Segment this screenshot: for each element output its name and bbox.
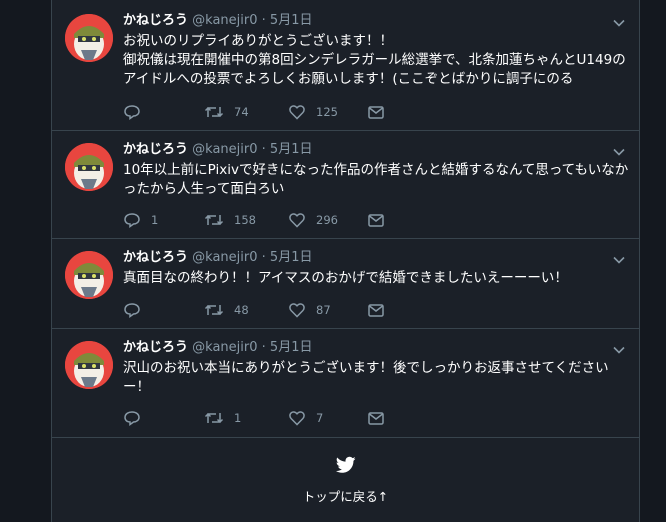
reply-button[interactable] bbox=[123, 103, 151, 121]
tweet[interactable]: かねじろう @kanejir0 · 5月1日 真面目なの終わり！！アイマスのおか… bbox=[52, 239, 639, 329]
retweet-icon bbox=[204, 304, 224, 316]
avatar[interactable] bbox=[65, 251, 113, 299]
direct-message-icon bbox=[368, 412, 384, 425]
chevron-down-icon[interactable] bbox=[612, 16, 626, 30]
retweet-icon bbox=[204, 106, 224, 118]
twitter-bird-icon[interactable] bbox=[336, 456, 356, 474]
direct-message-icon bbox=[368, 214, 384, 227]
timestamp[interactable]: 5月1日 bbox=[270, 340, 313, 355]
reply-button[interactable]: 1 bbox=[123, 211, 158, 229]
separator-dot: · bbox=[261, 250, 266, 265]
tweet[interactable]: かねじろう @kanejir0 · 5月1日 10年以上前にPixivで好きにな… bbox=[52, 131, 639, 239]
tweet-actions: 48 87 bbox=[123, 301, 423, 319]
like-icon bbox=[289, 303, 305, 318]
direct-message-button[interactable] bbox=[367, 103, 385, 121]
display-name[interactable]: かねじろう bbox=[123, 250, 188, 265]
tweet[interactable]: かねじろう @kanejir0 · 5月1日 お祝いのリプライありがとうございま… bbox=[52, 0, 639, 131]
reply-button[interactable] bbox=[123, 301, 151, 319]
chevron-down-icon[interactable] bbox=[612, 145, 626, 159]
direct-message-icon bbox=[368, 106, 384, 119]
retweet-button[interactable]: 1 bbox=[204, 409, 241, 427]
chevron-down-icon[interactable] bbox=[612, 343, 626, 357]
retweet-button[interactable]: 158 bbox=[204, 211, 256, 229]
handle[interactable]: @kanejir0 bbox=[192, 142, 257, 157]
tweet-actions: 1 158 296 bbox=[123, 211, 423, 229]
like-count: 125 bbox=[316, 105, 338, 119]
retweet-icon bbox=[204, 412, 224, 424]
tweet-actions: 74 125 bbox=[123, 103, 423, 121]
handle[interactable]: @kanejir0 bbox=[192, 250, 257, 265]
retweet-icon bbox=[204, 214, 224, 226]
like-count: 7 bbox=[316, 411, 324, 425]
timestamp[interactable]: 5月1日 bbox=[270, 250, 313, 265]
like-button[interactable]: 125 bbox=[288, 103, 338, 121]
separator-dot: · bbox=[261, 340, 266, 355]
direct-message-button[interactable] bbox=[367, 409, 385, 427]
reply-count: 1 bbox=[151, 213, 159, 227]
tweet-text: お祝いのリプライありがとうございます！！ 御祝儀は現在開催中の第8回シンデレラガ… bbox=[123, 33, 626, 87]
like-count: 296 bbox=[316, 213, 338, 227]
avatar[interactable] bbox=[65, 341, 113, 389]
retweet-count: 1 bbox=[234, 411, 242, 425]
back-to-top-link[interactable]: トップに戻る↑ bbox=[52, 486, 639, 505]
handle[interactable]: @kanejir0 bbox=[192, 13, 257, 28]
reply-icon bbox=[124, 213, 140, 228]
direct-message-button[interactable] bbox=[367, 211, 385, 229]
timestamp[interactable]: 5月1日 bbox=[270, 142, 313, 157]
timeline-footer: トップに戻る↑ bbox=[52, 440, 639, 520]
retweet-button[interactable]: 48 bbox=[204, 301, 249, 319]
retweet-button[interactable]: 74 bbox=[204, 103, 249, 121]
separator-dot: · bbox=[261, 13, 266, 28]
like-button[interactable]: 87 bbox=[288, 301, 331, 319]
avatar[interactable] bbox=[65, 14, 113, 62]
tweet-text: 真面目なの終わり！！アイマスのおかげで結婚できましたいえーーーい！ bbox=[123, 270, 568, 286]
separator-dot: · bbox=[261, 142, 266, 157]
like-icon bbox=[289, 213, 305, 228]
like-button[interactable]: 296 bbox=[288, 211, 338, 229]
tweet[interactable]: かねじろう @kanejir0 · 5月1日 沢山のお祝い本当にありがとうござい… bbox=[52, 329, 639, 438]
handle[interactable]: @kanejir0 bbox=[192, 340, 257, 355]
reply-button[interactable] bbox=[123, 409, 151, 427]
tweet-header: かねじろう @kanejir0 · 5月1日 bbox=[123, 13, 312, 29]
retweet-count: 158 bbox=[234, 213, 256, 227]
avatar[interactable] bbox=[65, 143, 113, 191]
like-count: 87 bbox=[316, 303, 331, 317]
timeline: かねじろう @kanejir0 · 5月1日 お祝いのリプライありがとうございま… bbox=[51, 0, 640, 522]
tweet-header: かねじろう @kanejir0 · 5月1日 bbox=[123, 142, 312, 158]
timestamp[interactable]: 5月1日 bbox=[270, 13, 313, 28]
reply-icon bbox=[124, 411, 140, 426]
reply-icon bbox=[124, 303, 140, 318]
display-name[interactable]: かねじろう bbox=[123, 340, 188, 355]
tweet-header: かねじろう @kanejir0 · 5月1日 bbox=[123, 340, 312, 356]
like-button[interactable]: 7 bbox=[288, 409, 323, 427]
tweet-header: かねじろう @kanejir0 · 5月1日 bbox=[123, 250, 312, 266]
retweet-count: 74 bbox=[234, 105, 249, 119]
direct-message-button[interactable] bbox=[367, 301, 385, 319]
display-name[interactable]: かねじろう bbox=[123, 142, 188, 157]
chevron-down-icon[interactable] bbox=[612, 253, 626, 267]
like-icon bbox=[289, 411, 305, 426]
display-name[interactable]: かねじろう bbox=[123, 13, 188, 28]
direct-message-icon bbox=[368, 304, 384, 317]
tweet-text: 10年以上前にPixivで好きになった作品の作者さんと結婚するなんて思ってもいな… bbox=[123, 162, 629, 197]
tweet-text: 沢山のお祝い本当にありがとうございます！後でしっかりお返事させてくださいー！ bbox=[123, 360, 609, 395]
like-icon bbox=[289, 105, 305, 120]
tweet-actions: 1 7 bbox=[123, 409, 423, 427]
reply-icon bbox=[124, 105, 140, 120]
retweet-count: 48 bbox=[234, 303, 249, 317]
